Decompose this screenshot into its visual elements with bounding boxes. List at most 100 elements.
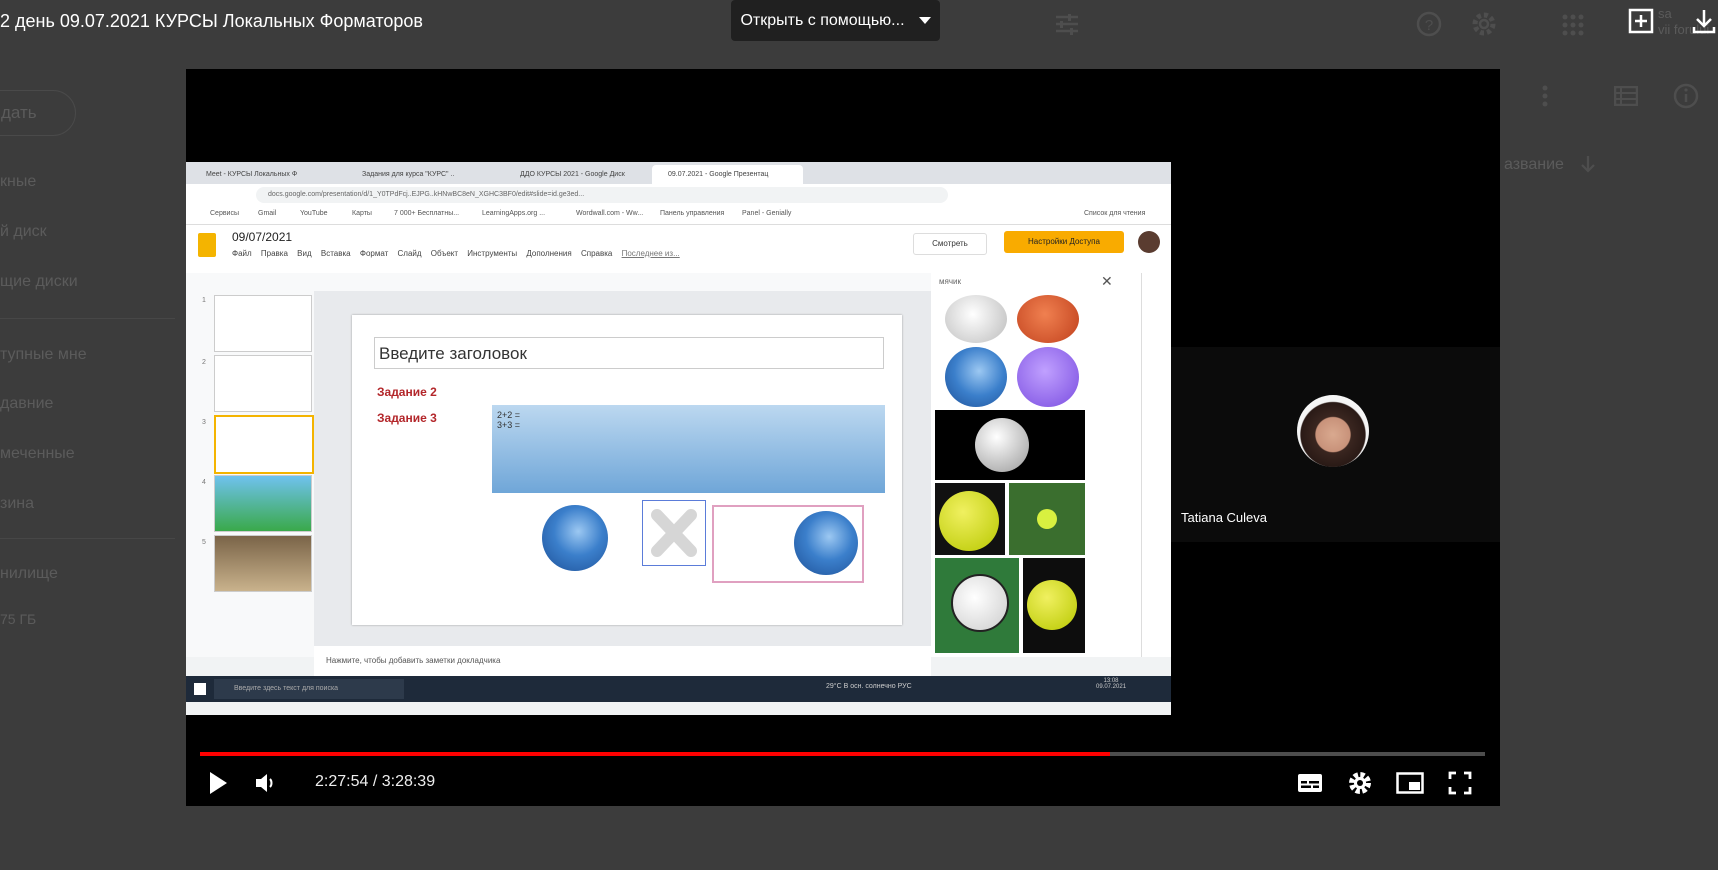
sidebar-item-starred: меченные <box>0 445 75 462</box>
bookmark: Wordwall.com - Ww... <box>576 210 644 217</box>
open-with-button[interactable]: Открыть с помощью... <box>731 0 940 41</box>
bookmark: Сервисы <box>210 210 240 217</box>
image-result-basketball <box>1017 295 1079 343</box>
add-to-drive-icon[interactable] <box>1628 8 1654 39</box>
equations-box: 2+2 = 3+3 = <box>492 405 885 493</box>
progress-bar[interactable] <box>200 752 1485 756</box>
sidebar-item-my-files: кные <box>0 173 37 190</box>
player-controls: 2:27:54 / 3:28:39 <box>186 761 1500 806</box>
address-bar: docs.google.com/presentation/d/1_Y0TPdFc… <box>256 187 948 203</box>
storage-value: 75 ГБ <box>0 611 37 627</box>
svg-text:?: ? <box>1425 17 1433 34</box>
thumb-number: 2 <box>202 359 206 366</box>
menu-item: Объект <box>430 249 459 258</box>
play-button[interactable] <box>196 761 240 805</box>
task-2-label: Задание 2 <box>377 385 437 399</box>
slides-header: 09/07/2021 Файл Правка Вид Вставка Форма… <box>186 225 1171 273</box>
menu-item: Правка <box>260 249 288 258</box>
list-view-icon <box>1614 86 1638 106</box>
slide-thumbnail <box>214 535 312 592</box>
gear-icon <box>1349 772 1371 794</box>
sidebar-divider <box>0 538 175 539</box>
browser-tab-active: 09.07.2021 - Google Презентац <box>652 165 803 184</box>
slides-logo-icon <box>198 233 216 257</box>
participant-name: Tatiana Culeva <box>1181 510 1267 525</box>
slides-title: 09/07/2021 <box>232 230 293 244</box>
sidebar-item-shared-with-me: тупные мне <box>0 346 87 363</box>
participant-avatar <box>1297 395 1369 467</box>
thumb-number: 3 <box>202 419 206 426</box>
address-bar-row: docs.google.com/presentation/d/1_Y0TPdFc… <box>186 184 1171 206</box>
menu-item: Справка <box>580 249 613 258</box>
slide: Введите заголовок Задание 2 Задание 3 2+… <box>352 315 902 625</box>
sidebar-item-recent: давние <box>0 395 54 412</box>
apps-grid-icon <box>1562 14 1584 36</box>
image-result-tennis-ball-2 <box>1023 558 1085 653</box>
menu-item: Формат <box>359 249 389 258</box>
slide-thumbnail-selected <box>214 415 314 474</box>
bookmark: 7 000+ Бесплатны... <box>394 210 460 217</box>
image-result-purple-ball <box>1017 347 1079 407</box>
image-result-golf-ball <box>935 410 1085 480</box>
thumb-number: 4 <box>202 479 206 486</box>
blue-ball <box>542 505 608 571</box>
play-icon <box>210 772 227 794</box>
share-access-button: Настройки Доступа <box>1004 231 1124 253</box>
more-vert-icon <box>1542 85 1548 107</box>
video-player[interactable]: Meet - КУРСЫ Локальных Ф Задания для кур… <box>186 69 1500 806</box>
sort-by-name-label: азвание <box>1504 156 1564 173</box>
top-bar: 2 день 09.07.2021 КУРСЫ Локальных Формат… <box>0 0 1718 46</box>
participant-tile: Tatiana Culeva <box>1171 347 1500 542</box>
cross-selection <box>642 500 706 566</box>
task-3-label: Задание 3 <box>377 411 437 425</box>
menu-item: Слайд <box>397 249 422 258</box>
bookmark: Карты <box>352 210 372 217</box>
bookmark: LearningApps.org ... <box>482 210 546 217</box>
image-search-panel: мячик ✕ <box>931 273 1141 657</box>
bookmark: Gmail <box>258 210 277 217</box>
image-result-volleyball <box>945 295 1007 343</box>
settings-icon <box>1472 12 1496 36</box>
drop-target-box <box>712 505 864 583</box>
bookmark: Panel - Genially <box>742 210 792 217</box>
thumb-number: 1 <box>202 297 206 304</box>
menu-item: Вставка <box>320 249 351 258</box>
download-icon[interactable] <box>1692 8 1716 39</box>
menu-item: Вид <box>297 249 312 258</box>
slide-thumbnail <box>214 295 312 352</box>
menu-item: Дополнения <box>526 249 572 258</box>
sidebar-divider <box>0 318 175 319</box>
browser-tab: Meet - КУРСЫ Локальных Ф <box>206 171 298 178</box>
fullscreen-button[interactable] <box>1438 761 1482 805</box>
sidebar-item-my-drive: й диск <box>0 223 47 240</box>
bookmarks-bar: Сервисы Gmail YouTube Карты 7 000+ Беспл… <box>186 206 1171 225</box>
miniplayer-button[interactable] <box>1388 761 1432 805</box>
windows-taskbar: Введите здесь текст для поиска 29°C В ос… <box>186 676 1171 702</box>
mute-button[interactable] <box>244 761 288 805</box>
settings-button[interactable] <box>1338 761 1382 805</box>
browser-tab-strip: Meet - КУРСЫ Локальных Ф Задания для кур… <box>186 162 1171 184</box>
close-icon: ✕ <box>1101 273 1113 289</box>
storage-label: нилище <box>0 565 58 582</box>
browser-tab: ДДО КУРСЫ 2021 - Google Диск <box>520 171 625 178</box>
fullscreen-icon <box>1448 771 1472 795</box>
image-search-query: мячик <box>939 277 961 286</box>
sidebar-item-trash: зина <box>0 495 35 512</box>
slide-title-placeholder: Введите заголовок <box>374 337 884 369</box>
subtitles-button[interactable] <box>1288 761 1332 805</box>
speaker-notes: Нажмите, чтобы добавить заметки докладчи… <box>314 646 931 676</box>
image-result-blue-ball <box>945 347 1007 407</box>
miniplayer-icon <box>1396 772 1424 794</box>
bookmark: YouTube <box>300 210 328 217</box>
chevron-down-icon <box>918 17 931 24</box>
menu-item: Инструменты <box>467 249 518 258</box>
taskbar-tray: 29°C В осн. солнечно РУС <box>826 683 912 690</box>
cross-icon <box>651 509 697 557</box>
shared-screen: Meet - КУРСЫ Локальных Ф Задания для кур… <box>186 162 1171 715</box>
create-button: дать <box>0 90 76 136</box>
subtitles-icon <box>1298 774 1322 792</box>
image-result-tennis-ball <box>935 483 1005 555</box>
info-icon <box>1673 83 1699 109</box>
tune-icon <box>1056 14 1078 35</box>
windows-start-icon <box>194 683 206 695</box>
